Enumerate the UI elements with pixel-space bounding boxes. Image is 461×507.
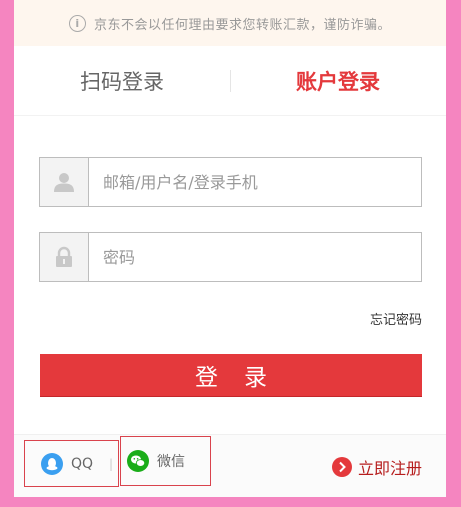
wechat-login-button[interactable]: 微信 [120,436,211,486]
qq-login-button[interactable]: QQ [24,440,119,487]
register-link[interactable]: 立即注册 [331,455,422,479]
tab-qr-login[interactable]: 扫码登录 [14,46,230,116]
login-panel: i 京东不会以任何理由要求您转账汇款，谨防诈骗。 扫码登录 账户登录 忘记密码 … [14,0,446,497]
login-button[interactable]: 登录 [40,354,422,396]
wechat-icon [127,450,149,472]
bottom-bar: QQ | 微信 立即注册 [14,434,446,497]
qq-label: QQ [71,455,94,472]
info-icon: i [68,14,86,32]
username-input[interactable] [89,158,421,206]
login-tabs: 扫码登录 账户登录 [14,46,446,116]
lock-icon [40,233,89,281]
qq-icon [41,452,63,475]
fraud-notice: i 京东不会以任何理由要求您转账汇款，谨防诈骗。 [14,0,446,46]
wechat-label: 微信 [157,454,185,470]
forgot-password-link[interactable]: 忘记密码 [370,309,422,328]
chevron-right-circle-icon [331,457,352,477]
password-field [39,232,422,282]
register-label: 立即注册 [357,459,422,478]
password-input[interactable] [89,233,421,281]
fraud-notice-text: 京东不会以任何理由要求您转账汇款，谨防诈骗。 [93,17,391,33]
oauth-separator: | [109,457,114,471]
username-field [39,157,422,207]
user-icon [40,158,89,206]
tab-account-login[interactable]: 账户登录 [230,46,446,116]
